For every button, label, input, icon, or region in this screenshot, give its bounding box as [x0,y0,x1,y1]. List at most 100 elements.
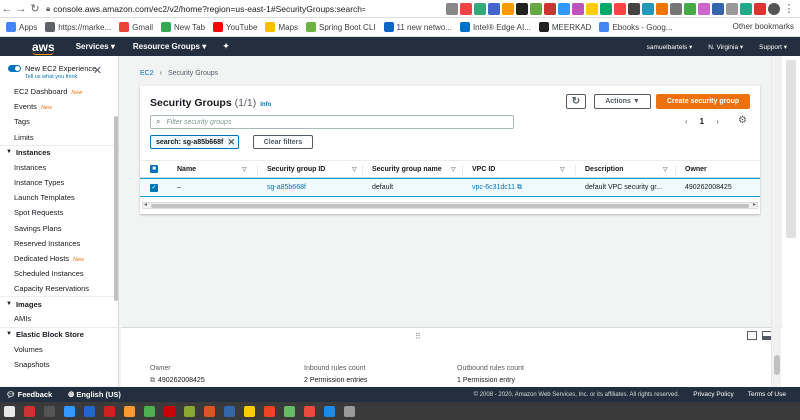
taskbar-app-icon[interactable] [304,405,315,417]
prev-page-icon[interactable]: ‹ [685,117,688,126]
page-scrollbar[interactable] [782,56,800,387]
extension-icon[interactable] [446,2,458,15]
breadcrumb-ec2[interactable]: EC2 [140,70,154,77]
extension-icon[interactable] [488,2,500,15]
forward-icon[interactable]: → [14,2,28,16]
sidebar-item-scheduled-instances[interactable]: Scheduled Instances [0,266,118,281]
extension-icon[interactable] [474,2,486,15]
extension-icon[interactable] [544,2,556,15]
taskbar-app-icon[interactable] [284,405,295,417]
drag-handle-icon[interactable]: ⠿ [415,332,421,341]
extension-icon[interactable] [614,2,626,15]
column-header-vpc-id[interactable]: VPC ID [472,161,495,177]
taskbar-app-icon[interactable] [324,405,335,417]
column-header-sg-name[interactable]: Security group name [372,161,442,177]
other-bookmarks[interactable]: Other bookmarks [733,22,794,31]
copy-icon[interactable]: ⧉ [150,377,155,384]
sort-icon[interactable]: ▽ [560,166,565,173]
extension-icon[interactable] [600,2,612,15]
new-experience-toggle[interactable] [8,65,21,72]
profile-avatar[interactable] [768,2,780,15]
table-row[interactable]: ✓ – sg-a85b668f default vpc-6c31dc11 ⧉ d… [140,178,760,197]
reload-icon[interactable]: ↻ [28,2,42,16]
gear-icon[interactable]: ⚙ [738,115,747,126]
bookmark-item[interactable]: Apps [6,22,37,32]
taskbar-app-icon[interactable] [164,405,175,417]
taskbar-app-icon[interactable] [144,405,155,417]
taskbar-app-icon[interactable] [204,405,215,417]
next-page-icon[interactable]: › [716,117,719,126]
region-menu[interactable]: N. Virginia ▾ [708,43,743,51]
back-icon[interactable]: ← [0,2,14,16]
sidebar-item-instances[interactable]: Instances [0,160,118,175]
sidebar-scrollbar[interactable] [114,116,118,301]
bookmark-item[interactable]: Spring Boot CLI [306,22,376,32]
taskbar-app-icon[interactable] [24,405,35,417]
taskbar-app-icon[interactable] [4,405,15,417]
actions-button[interactable]: Actions ▼ [594,94,651,109]
terms-of-use-link[interactable]: Terms of Use [748,391,786,398]
sidebar-item-capacity-reservations[interactable]: Capacity Reservations [0,281,118,296]
taskbar-app-icon[interactable] [224,405,235,417]
sidebar-section-images[interactable]: ▼ Images [0,296,118,311]
sort-icon[interactable]: ▽ [663,166,668,173]
sidebar-item-savings-plans[interactable]: Savings Plans [0,221,118,236]
extension-icon[interactable] [698,2,710,15]
sidebar-item-reserved-instances[interactable]: Reserved Instances [0,236,118,251]
feedback-button[interactable]: 💬︎ Feedback [6,390,52,399]
cell-vpc-id-link[interactable]: vpc-6c31dc11 ⧉ [472,179,522,196]
scrollbar-thumb[interactable] [151,204,749,208]
row-checkbox[interactable]: ✓ [150,183,158,192]
extension-icon[interactable] [656,2,668,15]
column-header-sg-id[interactable]: Security group ID [267,161,325,177]
extension-icon[interactable] [586,2,598,15]
services-menu[interactable]: Services ▾ [76,42,115,51]
extension-icon[interactable] [726,2,738,15]
current-page[interactable]: 1 [700,117,704,126]
column-header-description[interactable]: Description [585,161,624,177]
extension-icon[interactable] [558,2,570,15]
column-header-owner[interactable]: Owner [685,161,707,177]
refresh-button[interactable]: ↻ [566,94,586,109]
extension-icon[interactable] [502,2,514,15]
create-security-group-button[interactable]: Create security group [656,94,750,109]
sidebar-item-dedicated-hosts[interactable]: Dedicated Hosts New [0,251,118,266]
sidebar-item-launch-templates[interactable]: Launch Templates [0,190,118,205]
taskbar-app-icon[interactable] [44,405,55,417]
sidebar-item-volumes[interactable]: Volumes [0,342,118,357]
taskbar-app-icon[interactable] [64,405,75,417]
extension-icon[interactable] [572,2,584,15]
sidebar-section-instances[interactable]: ▼ Instances [0,144,118,160]
column-header-name[interactable]: Name [177,161,196,177]
language-selector[interactable]: 🌐︎ English (US) [68,390,121,400]
sort-icon[interactable]: ▽ [451,166,456,173]
sidebar-item-limits[interactable]: Limits [0,130,118,145]
extension-icon[interactable] [460,2,472,15]
select-all-checkbox[interactable]: ■ [150,165,158,173]
sidebar-item-ec2-dashboard[interactable]: EC2 Dashboard New [0,84,118,99]
browser-menu-icon[interactable]: ⋮ [782,2,796,16]
close-icon[interactable]: ✕ [93,64,102,77]
bookmark-item[interactable]: https://marke... [45,22,111,32]
extension-icon[interactable] [670,2,682,15]
scrollbar-thumb[interactable] [786,60,796,238]
cell-sg-id-link[interactable]: sg-a85b668f [267,179,306,196]
extension-icon[interactable] [712,2,724,15]
privacy-policy-link[interactable]: Privacy Policy [693,391,733,398]
extension-icon[interactable] [530,2,542,15]
info-link[interactable]: Info [260,102,271,108]
taskbar-app-icon[interactable] [104,405,115,417]
url-field[interactable]: console.aws.amazon.com/ec2/v2/home?regio… [53,4,365,14]
bookmark-item[interactable]: 11 new netwo... [383,22,452,32]
bookmark-item[interactable]: New Tab [161,22,205,32]
bookmark-item[interactable]: Intel® Edge AI... [459,22,531,32]
taskbar-app-icon[interactable] [344,405,355,417]
taskbar-app-icon[interactable] [244,405,255,417]
scroll-right-icon[interactable]: ▸ [753,201,756,208]
extension-icon[interactable] [628,2,640,15]
aws-logo[interactable]: aws [32,40,55,55]
scrollbar-thumb[interactable] [774,355,780,375]
sidebar-item-amis[interactable]: AMIs [0,311,118,326]
main-vertical-scrollbar[interactable] [771,57,781,387]
support-menu[interactable]: Support ▾ [759,43,787,51]
